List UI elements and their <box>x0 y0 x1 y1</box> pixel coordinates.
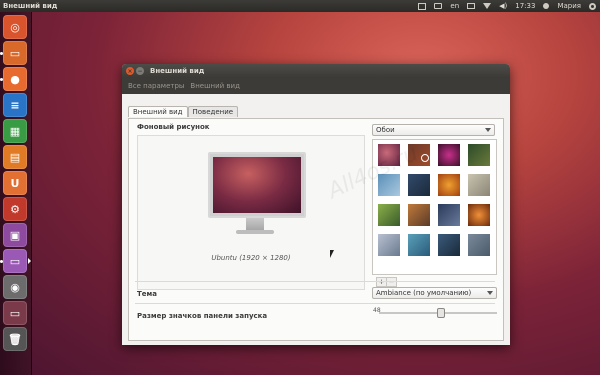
settings-panel: Фоновый рисунок Ubuntu (1920 × 1280) Обо… <box>128 118 504 341</box>
network-icon[interactable] <box>483 3 492 9</box>
wallpaper-thumbnail[interactable] <box>467 203 491 227</box>
top-panel: Внешний вид en ◀) 17:33 Мария <box>0 0 600 12</box>
wallpaper-thumbnail[interactable] <box>407 203 431 227</box>
keyboard-layout[interactable]: en <box>450 2 459 10</box>
wallpaper-label: Фоновый рисунок <box>137 123 210 131</box>
libreoffice-writer-icon: ≡ <box>10 98 20 112</box>
launcher-libreoffice-impress[interactable]: ▤ <box>3 145 27 169</box>
launcher-libreoffice-calc[interactable]: ▦ <box>3 119 27 143</box>
tab-appearance[interactable]: Внешний вид <box>128 106 188 117</box>
launcher-trash[interactable]: 🗑 <box>3 327 27 351</box>
wallpaper-preview: Ubuntu (1920 × 1280) <box>137 135 365 290</box>
launcher-workspace-switcher[interactable]: ▣ <box>3 223 27 247</box>
breadcrumb: Все параметры Внешний вид <box>122 78 510 94</box>
close-button[interactable]: × <box>126 67 134 75</box>
volume-icon[interactable]: ◀) <box>499 2 507 10</box>
launcher: ◎ ▭ ● ≡ ▦ ▤ U ⚙ ▣ ▭ ◉ ▭ 🗑 <box>0 12 32 375</box>
breadcrumb-appearance[interactable]: Внешний вид <box>190 82 240 90</box>
launcher-firefox[interactable]: ● <box>3 67 27 91</box>
wallpaper-thumbnail[interactable] <box>377 203 401 227</box>
clock[interactable]: 17:33 <box>515 2 535 10</box>
launcher-ubuntu-software-center[interactable]: U <box>3 171 27 195</box>
selected-check-icon <box>421 154 429 162</box>
monitor-screen <box>213 157 301 213</box>
divider <box>135 281 495 282</box>
launcher-dash-home[interactable]: ◎ <box>3 15 27 39</box>
libreoffice-impress-icon: ▤ <box>9 150 21 164</box>
launcher-icon-size-label: Размер значков панели запуска <box>137 312 268 320</box>
wallpaper-thumbnail[interactable] <box>467 233 491 257</box>
focused-indicator <box>28 258 31 264</box>
mail-icon[interactable] <box>467 3 476 9</box>
camera-icon: ◉ <box>10 280 20 294</box>
window-title: Внешний вид <box>150 67 205 75</box>
system-settings-icon: ⚙ <box>10 202 20 216</box>
wallpaper-thumbnail[interactable] <box>467 173 491 197</box>
breadcrumb-all-settings[interactable]: Все параметры <box>128 82 184 90</box>
running-indicator <box>0 52 3 55</box>
wallpaper-thumbnail[interactable] <box>377 233 401 257</box>
workspace-switcher-icon: ▣ <box>9 228 21 242</box>
firefox-icon: ● <box>10 72 20 86</box>
theme-dropdown[interactable]: Ambiance (по умолчанию) <box>372 287 497 299</box>
monitor-image <box>208 152 306 218</box>
files-icon: ▭ <box>9 46 21 60</box>
terminal-icon: ▭ <box>9 306 21 320</box>
launcher-appearance[interactable]: ▭ <box>3 249 27 273</box>
wallpaper-source-dropdown[interactable]: Обои <box>372 124 495 136</box>
wallpaper-thumbnail[interactable] <box>407 173 431 197</box>
keyboard-icon[interactable] <box>434 3 443 9</box>
wallpaper-thumbnail[interactable] <box>437 143 461 167</box>
trash-icon: 🗑 <box>8 332 22 346</box>
window-titlebar[interactable]: × − Внешний вид <box>122 64 510 78</box>
dash-home-icon: ◎ <box>10 20 20 34</box>
running-indicator <box>0 260 3 263</box>
theme-value: Ambiance (по умолчанию) <box>376 289 472 297</box>
ubuntu-software-center-icon: U <box>10 176 20 190</box>
minimize-button[interactable]: − <box>136 67 144 75</box>
wallpaper-thumbnail[interactable] <box>437 233 461 257</box>
slider-handle[interactable] <box>437 308 445 318</box>
wallpaper-thumbnail[interactable] <box>437 203 461 227</box>
monitor-base <box>236 230 274 234</box>
launcher-camera[interactable]: ◉ <box>3 275 27 299</box>
messaging-icon[interactable] <box>418 2 427 10</box>
appearance-icon: ▭ <box>9 254 21 268</box>
launcher-libreoffice-writer[interactable]: ≡ <box>3 93 27 117</box>
remove-wallpaper-button[interactable]: − <box>386 277 397 287</box>
wallpaper-source-value: Обои <box>376 126 395 134</box>
session-gear-icon[interactable] <box>589 2 596 10</box>
launcher-terminal[interactable]: ▭ <box>3 301 27 325</box>
user-name[interactable]: Мария <box>557 2 581 10</box>
wallpaper-thumbnail[interactable] <box>407 233 431 257</box>
monitor-stand <box>246 218 264 230</box>
theme-label: Тема <box>137 290 157 298</box>
mouse-cursor-icon <box>330 250 334 258</box>
appearance-window: × − Внешний вид Все параметры Внешний ви… <box>122 64 510 345</box>
tab-bar: Внешний вид Поведение <box>128 106 239 117</box>
tab-behavior[interactable]: Поведение <box>187 106 239 117</box>
active-app-title: Внешний вид <box>3 2 58 10</box>
user-icon <box>543 3 550 9</box>
running-indicator <box>0 78 3 81</box>
launcher-files[interactable]: ▭ <box>3 41 27 65</box>
chevron-down-icon <box>485 128 491 132</box>
wallpaper-thumbnail[interactable] <box>467 143 491 167</box>
icon-size-slider[interactable] <box>379 308 497 318</box>
indicator-area: en ◀) 17:33 Мария <box>418 0 596 12</box>
wallpaper-thumbnail[interactable] <box>437 173 461 197</box>
launcher-system-settings[interactable]: ⚙ <box>3 197 27 221</box>
libreoffice-calc-icon: ▦ <box>9 124 21 138</box>
chevron-down-icon <box>487 291 493 295</box>
divider <box>135 303 495 304</box>
